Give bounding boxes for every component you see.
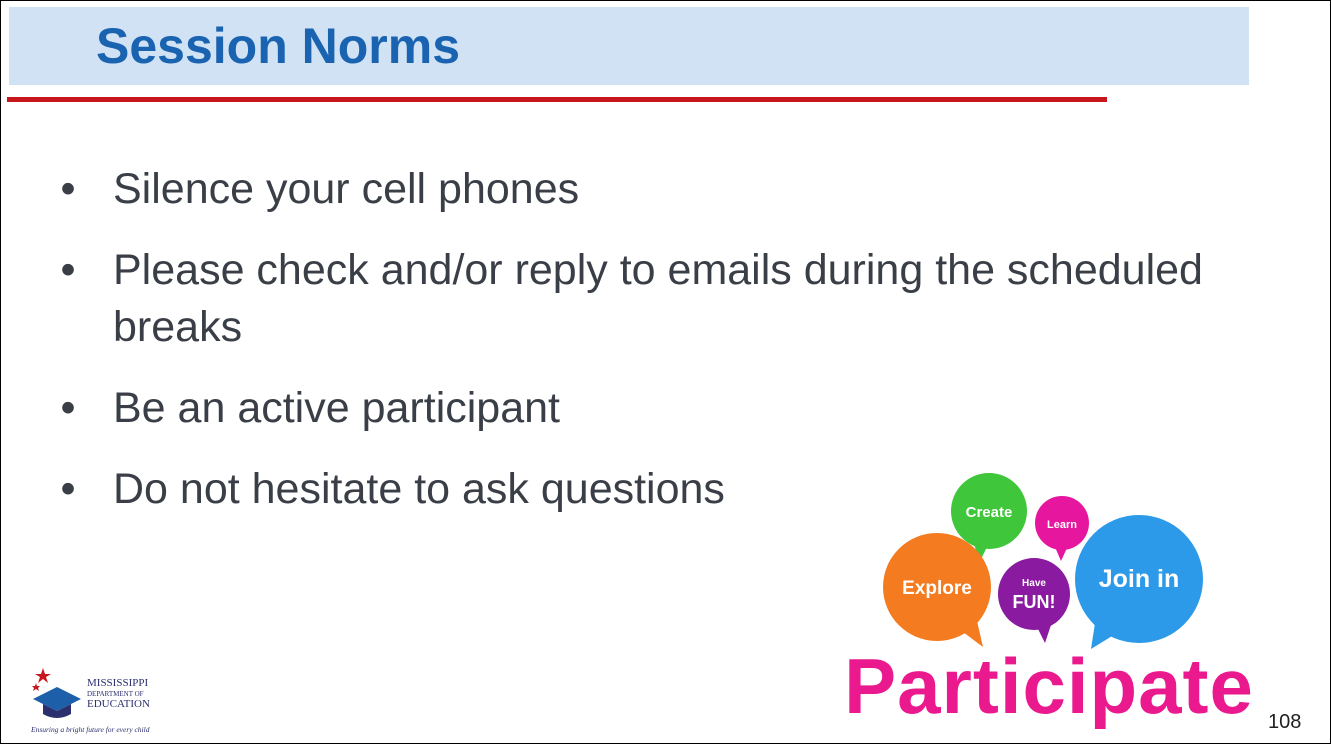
slide-title: Session Norms xyxy=(96,18,461,74)
fun-label: FUN! xyxy=(1013,592,1056,612)
bullet-dot: • xyxy=(60,465,76,513)
bullet-text: Be an active participant xyxy=(113,384,560,432)
participate-graphic: Create Learn Explore Have FUN! Join in P… xyxy=(844,473,1254,730)
logo-line1: MISSISSIPPI xyxy=(87,677,148,689)
learn-label: Learn xyxy=(1047,519,1077,531)
bullet-item: • Please check and/or reply to emails dur… xyxy=(53,242,1203,356)
slide: Session Norms • Silence your cell phones … xyxy=(0,0,1331,744)
title-underline xyxy=(7,97,1107,102)
bullet-dot: • xyxy=(60,165,76,213)
bullet-text: Silence your cell phones xyxy=(113,165,580,213)
star-icon xyxy=(35,668,51,683)
logo-line2: DEPARTMENT OF xyxy=(87,690,144,698)
logo-tagline: Ensuring a bright future for every child xyxy=(31,725,150,734)
bullet-item: • Silence your cell phones xyxy=(53,161,1203,218)
join-in-label: Join in xyxy=(1099,565,1180,593)
page-number: 108 xyxy=(1268,711,1302,733)
graduation-cap-icon xyxy=(33,687,81,711)
explore-label: Explore xyxy=(902,578,972,599)
bullet-dot: • xyxy=(60,384,76,432)
bullet-text: Please check and/or reply to emails duri… xyxy=(113,246,1203,351)
have-label: Have xyxy=(1022,578,1046,589)
mde-logo: MISSISSIPPI DEPARTMENT OF EDUCATION Ensu… xyxy=(30,666,211,738)
bullet-dot: • xyxy=(60,246,76,294)
fun-bubble: Have FUN! xyxy=(998,558,1070,643)
join-in-bubble: Join in xyxy=(1075,515,1203,649)
learn-bubble: Learn xyxy=(1035,496,1089,561)
create-label: Create xyxy=(966,504,1013,521)
logo-line3: EDUCATION xyxy=(87,698,150,710)
participate-word: Participate xyxy=(844,642,1254,730)
bullet-item: • Be an active participant xyxy=(53,380,1203,437)
mde-logo-graphic: MISSISSIPPI DEPARTMENT OF EDUCATION Ensu… xyxy=(30,668,150,734)
bullet-text: Do not hesitate to ask questions xyxy=(113,465,725,513)
participate-image: Create Learn Explore Have FUN! Join in P… xyxy=(799,451,1289,737)
explore-bubble: Explore xyxy=(883,533,991,647)
